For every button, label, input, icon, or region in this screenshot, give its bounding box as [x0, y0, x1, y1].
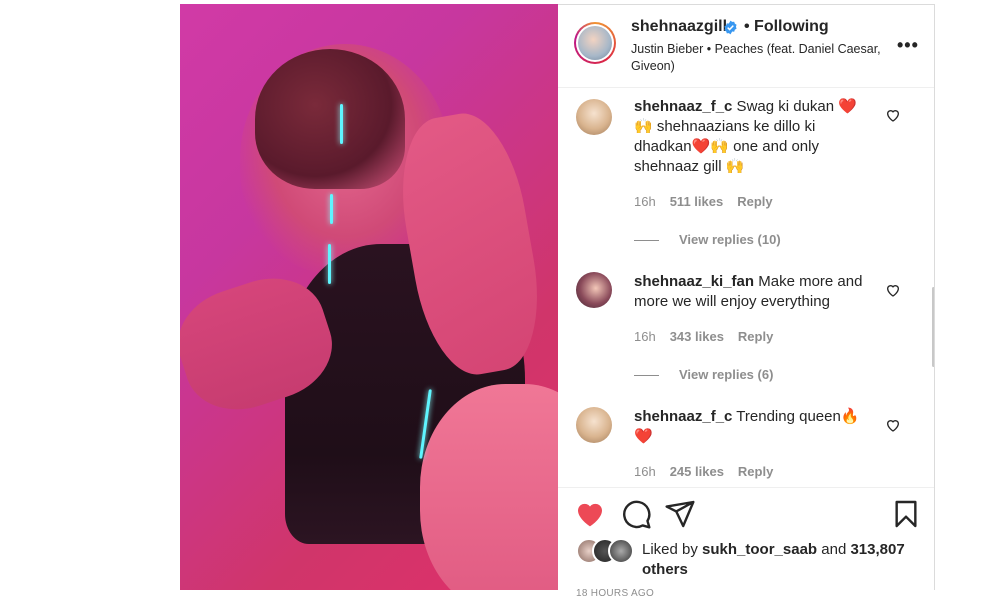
comment-time: 16h [634, 329, 656, 344]
comment-like-icon[interactable] [885, 107, 901, 123]
comment-time: 16h [634, 194, 656, 209]
comment-username[interactable]: shehnaaz_ki_fan [634, 273, 754, 290]
verified-badge-icon [724, 20, 737, 35]
comment-likes[interactable]: 245 likes [670, 464, 724, 479]
view-replies-button[interactable]: View replies (6) [634, 367, 773, 382]
comment-avatar[interactable] [576, 99, 612, 135]
avatar [578, 26, 612, 60]
post-side-panel: shehnaazgill • Following Justin Bieber •… [558, 4, 935, 599]
view-replies-label: View replies (10) [679, 232, 781, 247]
post-actions: Liked by sukh_toor_saab and 313,807 othe… [558, 487, 934, 599]
bookmark-icon[interactable] [890, 498, 922, 530]
comment-meta: 16h 343 likes Reply [634, 329, 787, 344]
share-icon[interactable] [664, 498, 696, 530]
view-replies-button[interactable]: View replies (10) [634, 232, 781, 247]
heart-filled-icon[interactable] [574, 498, 606, 530]
replies-divider [634, 240, 659, 242]
reply-button[interactable]: Reply [738, 464, 773, 479]
liked-by-prefix: Liked by [642, 541, 703, 558]
comment-time: 16h [634, 464, 656, 479]
video-glow-line [340, 104, 343, 144]
post-video[interactable] [180, 4, 558, 590]
comment-likes[interactable]: 343 likes [670, 329, 724, 344]
comments-scrollbar[interactable] [932, 287, 934, 367]
video-glow-line [330, 194, 333, 224]
view-replies-label: View replies (6) [679, 367, 774, 382]
following-status[interactable]: • Following [744, 18, 829, 36]
post-username[interactable]: shehnaazgill [631, 18, 727, 36]
liked-by-user-link[interactable]: sukh_toor_saab [702, 541, 817, 558]
video-hair-area [255, 49, 405, 189]
comment-text: shehnaaz_ki_fan Make more and more we wi… [634, 272, 874, 312]
comment-like-icon[interactable] [885, 282, 901, 298]
reply-button[interactable]: Reply [738, 329, 773, 344]
comment-avatar[interactable] [576, 407, 612, 443]
comment-text: shehnaaz_f_c Swag ki dukan ❤️ 🙌 shehnaaz… [634, 97, 874, 177]
more-options-icon[interactable]: ••• [897, 35, 919, 56]
replies-divider [634, 375, 659, 377]
liked-by-and: and [817, 541, 847, 558]
post-header: shehnaazgill • Following Justin Bieber •… [558, 5, 934, 88]
reply-button[interactable]: Reply [737, 194, 772, 209]
comment-meta: 16h 245 likes Reply [634, 464, 787, 479]
story-ring-avatar[interactable] [574, 22, 616, 64]
comment-username[interactable]: shehnaaz_f_c [634, 408, 732, 425]
comment-like-icon[interactable] [885, 417, 901, 433]
comment-likes[interactable]: 511 likes [670, 194, 724, 209]
audio-track-link[interactable]: Justin Bieber • Peaches (feat. Daniel Ca… [631, 41, 901, 75]
comment-avatar[interactable] [576, 272, 612, 308]
comments-list: shehnaaz_f_c Swag ki dukan ❤️ 🙌 shehnaaz… [558, 87, 934, 487]
liker-avatar [608, 538, 634, 564]
comment-meta: 16h 511 likes Reply [634, 194, 787, 209]
liked-by-summary: Liked by sukh_toor_saab and 313,807 othe… [642, 540, 922, 580]
comment-text: shehnaaz_f_c Trending queen🔥❤️ [634, 407, 874, 447]
comment-icon[interactable] [620, 498, 652, 530]
comment-username[interactable]: shehnaaz_f_c [634, 98, 732, 115]
video-glow-line [328, 244, 331, 284]
